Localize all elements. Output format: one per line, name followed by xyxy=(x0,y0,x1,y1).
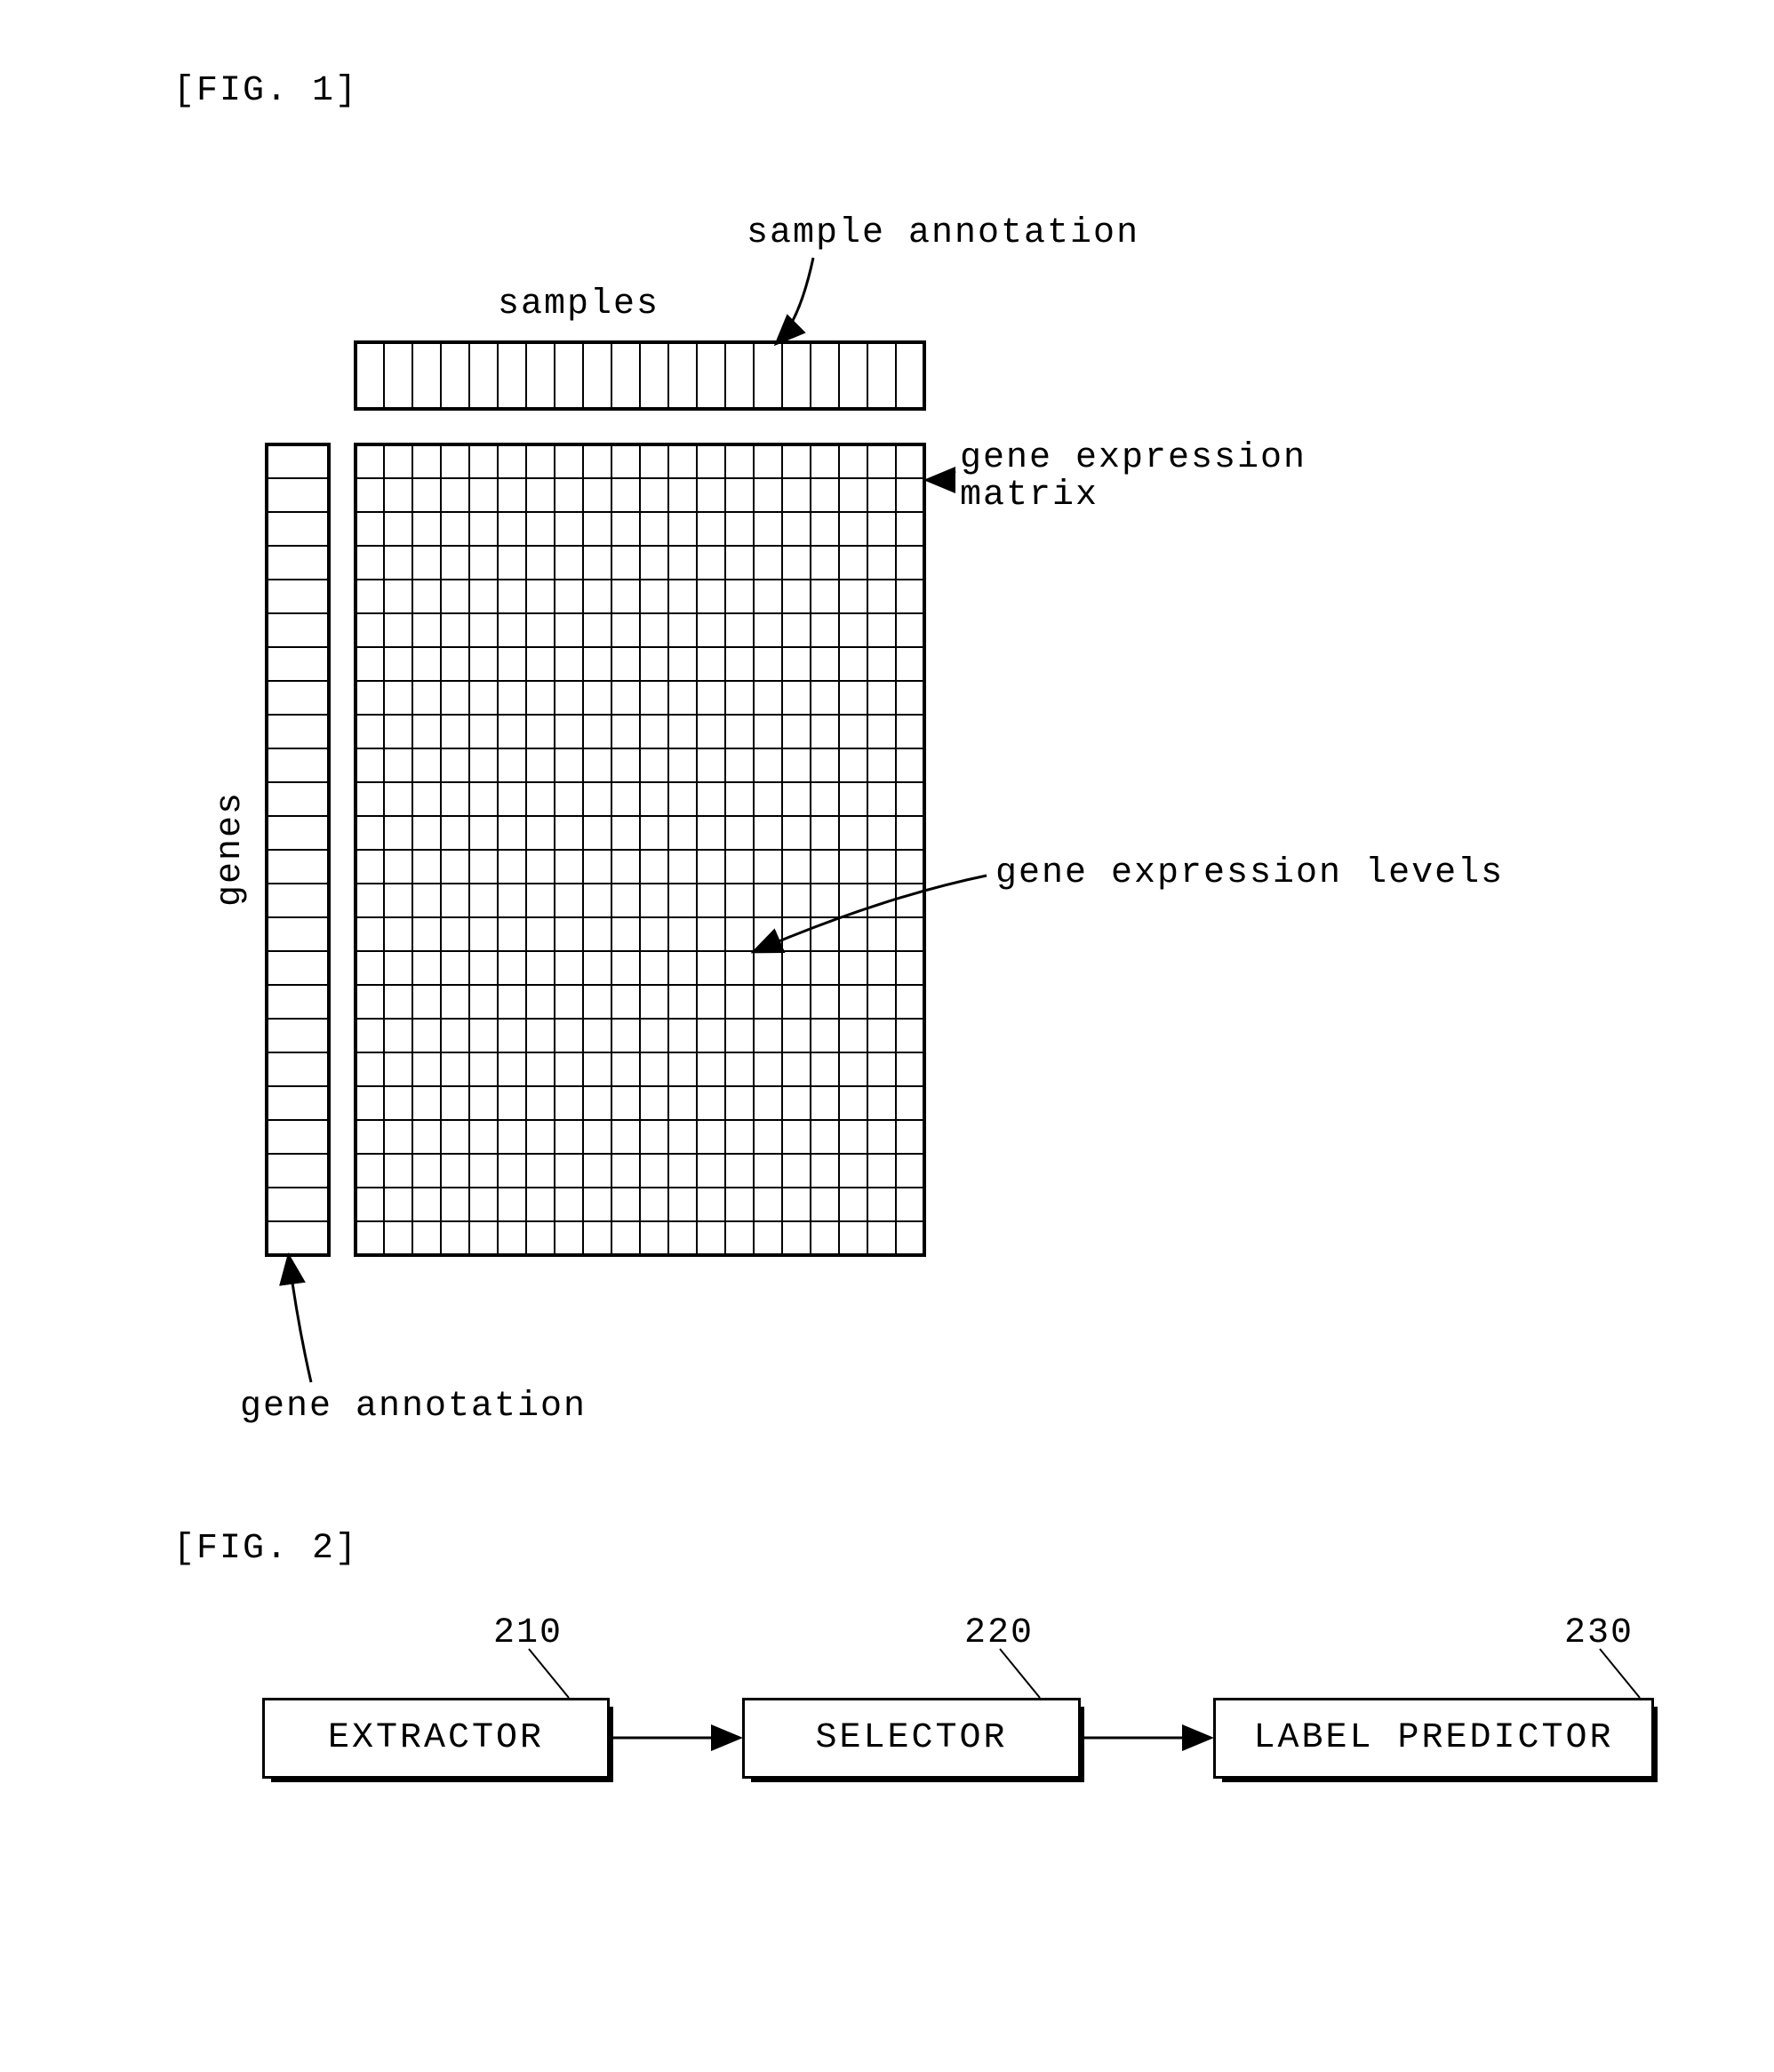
selector-label: SELECTOR xyxy=(815,1718,1007,1758)
ref-210: 210 xyxy=(493,1613,563,1653)
ref-220: 220 xyxy=(964,1613,1034,1653)
gene-annotation-arrow xyxy=(289,1258,311,1382)
sample-annotation-arrow xyxy=(778,258,813,342)
ref-line-230 xyxy=(1600,1649,1640,1698)
sample-annotation-row xyxy=(356,342,924,409)
selector-box: SELECTOR xyxy=(742,1698,1081,1779)
gene-expression-matrix-arrow xyxy=(929,471,955,480)
gene-expression-matrix-grid xyxy=(356,444,924,1255)
ref-230: 230 xyxy=(1564,1613,1634,1653)
gene-annotation-column xyxy=(267,444,329,1255)
ref-line-210 xyxy=(529,1649,569,1698)
ref-line-220 xyxy=(1000,1649,1040,1698)
label-predictor-label: LABEL PREDICTOR xyxy=(1253,1718,1613,1758)
extractor-label: EXTRACTOR xyxy=(328,1718,544,1758)
fig2-caption: [FIG. 2] xyxy=(173,1529,358,1569)
label-predictor-box: LABEL PREDICTOR xyxy=(1213,1698,1654,1779)
extractor-box: EXTRACTOR xyxy=(262,1698,610,1779)
